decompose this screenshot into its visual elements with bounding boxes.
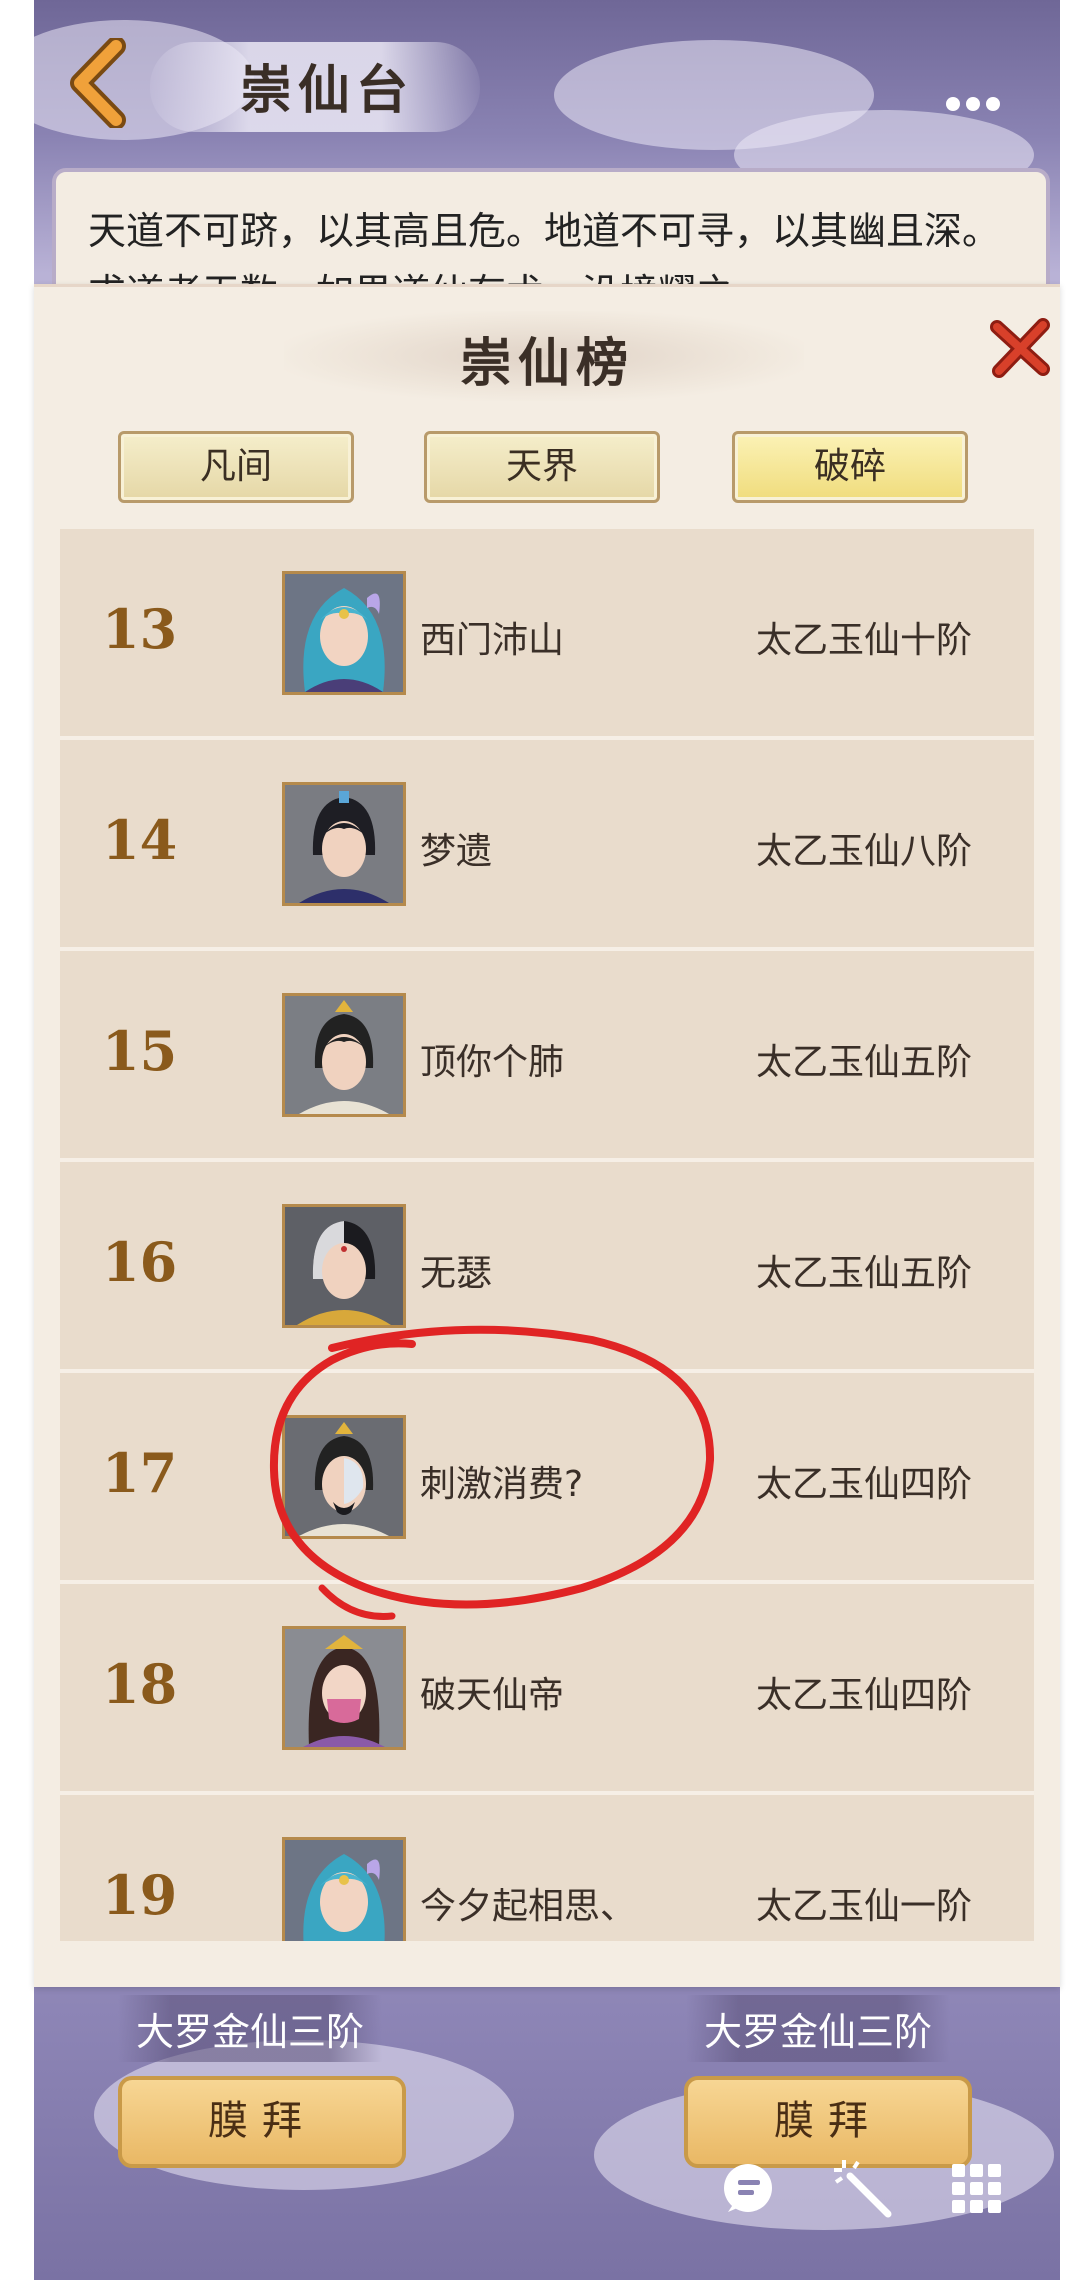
more-button[interactable] bbox=[946, 96, 1008, 126]
avatar-image bbox=[285, 1207, 403, 1325]
avatar-image bbox=[285, 785, 403, 903]
avatar-image bbox=[285, 574, 403, 692]
magic-wand-icon bbox=[834, 2160, 892, 2218]
more-icon bbox=[986, 97, 1000, 111]
back-arrow-icon bbox=[70, 36, 126, 130]
worship-button-right[interactable]: 膜拜 bbox=[684, 2076, 972, 2168]
avatar[interactable] bbox=[282, 571, 406, 695]
rank-number: 14 bbox=[102, 808, 178, 872]
player-level: 太乙玉仙五阶 bbox=[756, 1253, 973, 1294]
avatar-image bbox=[285, 1418, 403, 1536]
back-button[interactable] bbox=[66, 36, 136, 130]
close-button[interactable] bbox=[989, 317, 1051, 379]
avatar[interactable] bbox=[282, 782, 406, 906]
player-name: 破天仙帝 bbox=[420, 1675, 565, 1716]
player-name: 顶你个肺 bbox=[420, 1042, 565, 1083]
avatar-image bbox=[285, 1629, 403, 1747]
player-level: 太乙玉仙一阶 bbox=[756, 1886, 973, 1927]
rank-row[interactable]: 13 西门沛山 太乙玉仙十阶 bbox=[60, 529, 1034, 740]
grid-menu-button[interactable] bbox=[950, 2162, 1004, 2216]
avatar[interactable] bbox=[282, 1204, 406, 1328]
player-level: 太乙玉仙四阶 bbox=[756, 1675, 973, 1716]
avatar[interactable] bbox=[282, 1837, 406, 1941]
avatar-image bbox=[285, 1840, 403, 1941]
tab-mortal[interactable]: 凡间 bbox=[118, 431, 354, 503]
close-icon bbox=[990, 318, 1050, 378]
ranking-modal: 崇仙榜 凡间 天界 破碎 13 西门沛山 太乙玉仙十阶 14 梦遗 太乙玉仙八阶… bbox=[34, 284, 1060, 1987]
player-name: 今夕起相思、 bbox=[420, 1886, 637, 1927]
rank-row[interactable]: 17 刺激消费? 太乙玉仙四阶 bbox=[60, 1373, 1034, 1584]
player-name: 无瑟 bbox=[420, 1253, 493, 1294]
player-name: 西门沛山 bbox=[420, 620, 565, 661]
player-level: 太乙玉仙五阶 bbox=[756, 1042, 973, 1083]
avatar[interactable] bbox=[282, 993, 406, 1117]
tab-shattered[interactable]: 破碎 bbox=[732, 431, 968, 503]
left-level-label: 大罗金仙三阶 bbox=[118, 1995, 383, 2062]
rank-number: 15 bbox=[102, 1019, 178, 1083]
chat-button[interactable] bbox=[718, 2160, 776, 2218]
rank-row[interactable]: 19 今夕起相思、 太乙玉仙一阶 bbox=[60, 1795, 1034, 1941]
rank-row[interactable]: 16 无瑟 太乙玉仙五阶 bbox=[60, 1162, 1034, 1373]
app-screen: 崇仙台 天道不可跻，以其高且危。地道不可寻，以其幽且深。求道者无数，如果道仙有术… bbox=[0, 0, 1080, 2280]
magic-wand-button[interactable] bbox=[832, 2158, 894, 2220]
modal-title: 崇仙榜 bbox=[459, 333, 634, 394]
rank-number: 16 bbox=[102, 1230, 178, 1294]
rank-row[interactable]: 18 破天仙帝 太乙玉仙四阶 bbox=[60, 1584, 1034, 1795]
grid-menu-icon bbox=[952, 2164, 1001, 2213]
player-level: 太乙玉仙四阶 bbox=[756, 1464, 973, 1505]
right-level-label: 大罗金仙三阶 bbox=[686, 1995, 951, 2062]
rank-number: 19 bbox=[102, 1863, 178, 1927]
rank-list[interactable]: 13 西门沛山 太乙玉仙十阶 14 梦遗 太乙玉仙八阶 15 顶你个肺 太乙玉仙… bbox=[60, 529, 1034, 1941]
page-title: 崇仙台 bbox=[240, 60, 415, 121]
rank-row[interactable]: 15 顶你个肺 太乙玉仙五阶 bbox=[60, 951, 1034, 1162]
player-level: 太乙玉仙八阶 bbox=[756, 831, 973, 872]
avatar[interactable] bbox=[282, 1415, 406, 1539]
rank-number: 13 bbox=[102, 597, 178, 661]
player-level: 太乙玉仙十阶 bbox=[756, 620, 973, 661]
rank-number: 18 bbox=[102, 1652, 178, 1716]
more-icon bbox=[946, 97, 960, 111]
more-icon bbox=[966, 97, 980, 111]
avatar[interactable] bbox=[282, 1626, 406, 1750]
chat-icon bbox=[724, 2164, 772, 2212]
rank-row[interactable]: 14 梦遗 太乙玉仙八阶 bbox=[60, 740, 1034, 951]
worship-button-left[interactable]: 膜拜 bbox=[118, 2076, 406, 2168]
avatar-image bbox=[285, 996, 403, 1114]
rank-number: 17 bbox=[102, 1441, 178, 1505]
player-name: 梦遗 bbox=[420, 831, 493, 872]
player-name: 刺激消费? bbox=[420, 1464, 584, 1505]
tab-heaven[interactable]: 天界 bbox=[424, 431, 660, 503]
